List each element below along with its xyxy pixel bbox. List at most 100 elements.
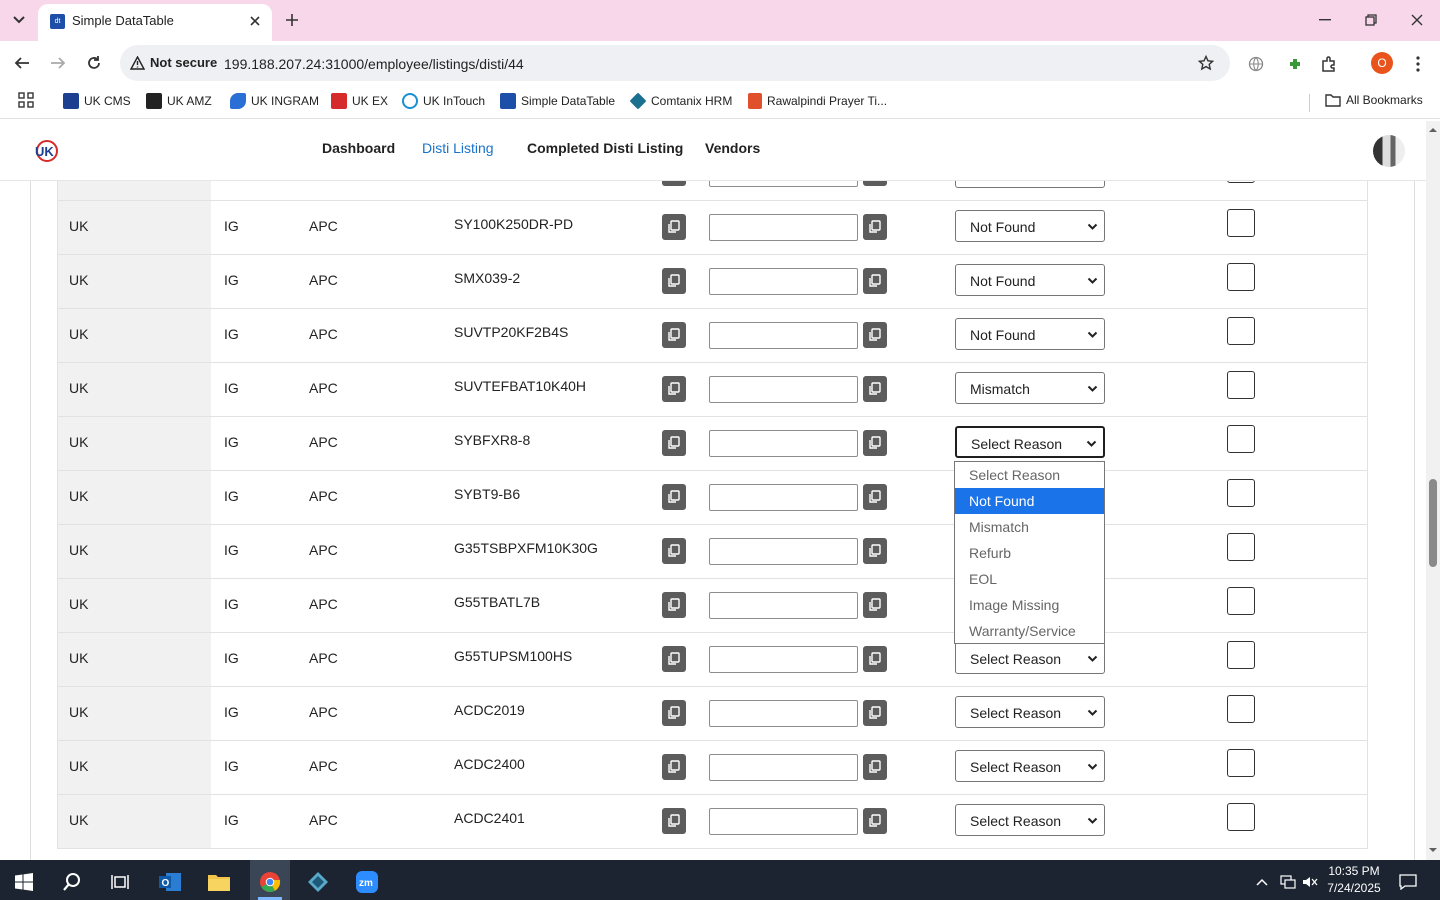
- reason-select[interactable]: Select Reason: [955, 426, 1105, 458]
- paste-icon[interactable]: [863, 268, 887, 294]
- file-explorer-icon[interactable]: [199, 864, 239, 900]
- uk-logo-icon[interactable]: UK: [33, 138, 59, 164]
- reason-select[interactable]: Not Found: [955, 210, 1105, 242]
- reason-select[interactable]: Not Found: [955, 264, 1105, 296]
- reason-dropdown-list[interactable]: Select Reason Not Found Mismatch Refurb EOL I…: [954, 461, 1105, 644]
- notifications-icon[interactable]: [1392, 864, 1424, 900]
- reason-select[interactable]: Not Found: [955, 318, 1105, 350]
- copy-sku-icon[interactable]: [662, 754, 686, 780]
- task-view-icon[interactable]: [100, 864, 140, 900]
- copy-sku-icon[interactable]: [662, 538, 686, 564]
- user-avatar[interactable]: [1373, 135, 1405, 167]
- paste-icon[interactable]: [863, 322, 887, 348]
- app-diamond-icon[interactable]: [298, 864, 338, 900]
- text-input[interactable]: [709, 430, 858, 457]
- translate-globe-icon[interactable]: [1246, 54, 1266, 74]
- copy-sku-icon[interactable]: [662, 376, 686, 402]
- copy-sku-icon[interactable]: [662, 484, 686, 510]
- dropdown-option[interactable]: EOL: [955, 566, 1104, 592]
- url-text[interactable]: 199.188.207.24:31000/employee/listings/d…: [224, 56, 524, 72]
- show-hidden-icons-chevron-icon[interactable]: [1250, 864, 1274, 900]
- windows-start-icon[interactable]: [4, 864, 44, 900]
- text-input[interactable]: [709, 322, 858, 349]
- row-checkbox[interactable]: [1227, 695, 1255, 723]
- bookmark-uk-amz[interactable]: UK AMZ: [146, 93, 212, 109]
- dropdown-option[interactable]: Image Missing: [955, 592, 1104, 618]
- back-arrow-icon[interactable]: [10, 51, 34, 75]
- text-input[interactable]: [709, 808, 858, 835]
- zoom-icon[interactable]: zm: [347, 864, 387, 900]
- browser-tab[interactable]: dt Simple DataTable: [38, 4, 272, 41]
- text-input[interactable]: [709, 484, 858, 511]
- row-checkbox[interactable]: [1227, 641, 1255, 669]
- nav-dashboard[interactable]: Dashboard: [322, 140, 395, 156]
- row-checkbox[interactable]: [1227, 263, 1255, 291]
- bookmark-comtanix-hrm[interactable]: Comtanix HRM: [629, 92, 732, 110]
- row-checkbox[interactable]: [1227, 749, 1255, 777]
- nav-vendors[interactable]: Vendors: [705, 140, 760, 156]
- copy-sku-icon[interactable]: [662, 808, 686, 834]
- close-window-icon[interactable]: [1405, 8, 1429, 32]
- reason-select[interactable]: Select Reason: [955, 696, 1105, 728]
- copy-sku-icon[interactable]: [662, 322, 686, 348]
- extensions-icon[interactable]: [1319, 54, 1339, 74]
- reason-select[interactable]: Select Reason: [955, 750, 1105, 782]
- dropdown-option[interactable]: Not Found: [955, 488, 1104, 514]
- paste-icon[interactable]: [863, 430, 887, 456]
- row-checkbox[interactable]: [1227, 317, 1255, 345]
- bookmark-rawalpindi-prayer[interactable]: Rawalpindi Prayer Ti...: [748, 93, 887, 109]
- paste-icon[interactable]: [863, 376, 887, 402]
- row-checkbox[interactable]: [1227, 425, 1255, 453]
- paste-icon[interactable]: [863, 484, 887, 510]
- tab-close-icon[interactable]: [246, 12, 264, 30]
- chrome-icon[interactable]: [250, 864, 290, 900]
- profile-avatar[interactable]: O: [1371, 52, 1393, 74]
- row-checkbox[interactable]: [1227, 209, 1255, 237]
- copy-sku-icon[interactable]: [662, 430, 686, 456]
- paste-icon[interactable]: [863, 646, 887, 672]
- scroll-up-arrow-icon[interactable]: [1428, 125, 1438, 135]
- bookmark-uk-ex[interactable]: UK EX: [331, 93, 388, 109]
- tab-search-icon[interactable]: [8, 9, 30, 31]
- reload-icon[interactable]: [82, 51, 106, 75]
- text-input[interactable]: [709, 754, 858, 781]
- scroll-thumb[interactable]: [1429, 479, 1437, 567]
- page-scrollbar[interactable]: [1426, 121, 1440, 860]
- bookmark-star-icon[interactable]: [1196, 53, 1216, 73]
- text-input[interactable]: [709, 538, 858, 565]
- network-icon[interactable]: [1276, 864, 1300, 900]
- paste-icon[interactable]: [863, 538, 887, 564]
- reason-select[interactable]: Select Reason: [955, 642, 1105, 674]
- row-checkbox[interactable]: [1227, 479, 1255, 507]
- text-input[interactable]: [709, 376, 858, 403]
- kebab-menu-icon[interactable]: [1408, 54, 1428, 74]
- nav-disti-listing[interactable]: Disti Listing: [422, 140, 494, 156]
- bookmark-uk-intouch[interactable]: UK InTouch: [402, 93, 485, 109]
- copy-sku-icon[interactable]: [662, 268, 686, 294]
- all-bookmarks-button[interactable]: All Bookmarks: [1325, 93, 1423, 107]
- url-omnibox[interactable]: Not secure 199.188.207.24:31000/employee…: [120, 45, 1230, 81]
- copy-sku-icon[interactable]: [662, 214, 686, 240]
- text-input[interactable]: [709, 646, 858, 673]
- dropdown-option[interactable]: Mismatch: [955, 514, 1104, 540]
- row-checkbox[interactable]: [1227, 371, 1255, 399]
- outlook-icon[interactable]: O: [150, 864, 190, 900]
- scroll-down-arrow-icon[interactable]: [1428, 845, 1438, 855]
- copy-sku-icon[interactable]: [662, 592, 686, 618]
- paste-icon[interactable]: [863, 700, 887, 726]
- paste-icon[interactable]: [863, 214, 887, 240]
- extension-puzzle-green-icon[interactable]: [1285, 54, 1305, 74]
- nav-completed-disti-listing[interactable]: Completed Disti Listing: [527, 140, 683, 156]
- new-tab-icon[interactable]: [282, 10, 302, 30]
- system-clock[interactable]: 10:35 PM 7/24/2025: [1322, 863, 1386, 897]
- copy-sku-icon[interactable]: [662, 700, 686, 726]
- minimize-icon[interactable]: [1313, 8, 1337, 32]
- volume-muted-icon[interactable]: [1298, 864, 1322, 900]
- forward-arrow-icon[interactable]: [46, 51, 70, 75]
- row-checkbox[interactable]: [1227, 587, 1255, 615]
- security-indicator[interactable]: Not secure: [130, 55, 217, 70]
- restore-icon[interactable]: [1359, 8, 1383, 32]
- text-input[interactable]: [709, 268, 858, 295]
- paste-icon[interactable]: [863, 808, 887, 834]
- search-icon[interactable]: [52, 864, 92, 900]
